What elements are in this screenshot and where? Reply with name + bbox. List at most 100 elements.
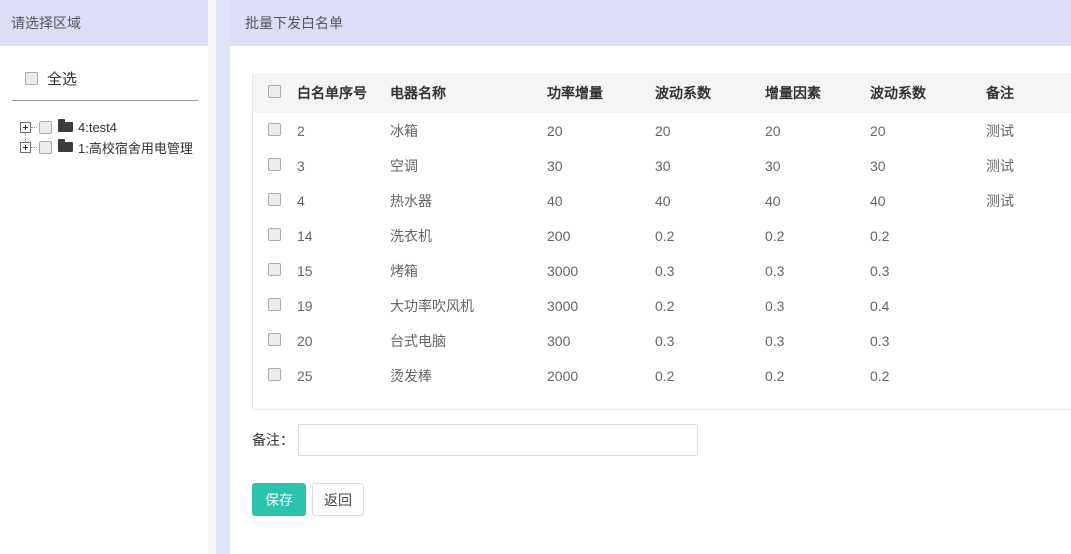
sidebar-title: 请选择区域 [0, 0, 208, 46]
table-cell: 3000 [547, 253, 655, 288]
column-header-1: 电器名称 [390, 73, 547, 113]
table-cell: 20 [870, 113, 986, 148]
table-cell [986, 288, 1071, 323]
region-sidebar: 请选择区域 全选 4:test4 1:高校宿舍用电管理 [0, 0, 208, 554]
table-cell: 0.3 [870, 323, 986, 358]
table-cell: 30 [655, 148, 765, 183]
tree-node-checkbox[interactable] [39, 141, 52, 154]
table-cell: 烤箱 [390, 253, 547, 288]
row-checkbox[interactable] [268, 158, 281, 171]
table-cell: 40 [547, 183, 655, 218]
table-cell: 测试 [986, 148, 1071, 183]
select-all-rows-checkbox[interactable] [268, 85, 281, 98]
table-row: 2冰箱20202020测试 [253, 113, 1071, 148]
folder-icon [58, 142, 73, 152]
table-cell: 烫发棒 [390, 358, 547, 393]
column-header-4: 增量因素 [765, 73, 870, 113]
row-checkbox[interactable] [268, 368, 281, 381]
tree-expand-icon[interactable] [20, 142, 31, 153]
row-checkbox[interactable] [268, 228, 281, 241]
table-cell [986, 358, 1071, 393]
back-button[interactable]: 返回 [312, 483, 364, 516]
table-row: 14洗衣机2000.20.20.2 [253, 218, 1071, 253]
table-cell: 30 [765, 148, 870, 183]
table-cell: 15 [297, 253, 390, 288]
table-row: 3空调30303030测试 [253, 148, 1071, 183]
tree-item-1: 1:高校宿舍用电管理 [0, 137, 208, 157]
table-cell: 0.3 [655, 253, 765, 288]
table-cell: 20 [297, 323, 390, 358]
panel-gap [208, 0, 216, 554]
remark-label: 备注： [252, 430, 294, 450]
table-cell: 0.2 [655, 358, 765, 393]
table-cell: 2 [297, 113, 390, 148]
column-header-5: 波动系数 [870, 73, 986, 113]
row-checkbox[interactable] [268, 263, 281, 276]
table-cell: 冰箱 [390, 113, 547, 148]
tree-dotted-connector [31, 147, 37, 148]
table-cell: 0.2 [765, 218, 870, 253]
column-header-2: 功率增量 [547, 73, 655, 113]
table-cell: 40 [870, 183, 986, 218]
save-button[interactable]: 保存 [252, 483, 306, 516]
folder-icon [58, 122, 73, 132]
table-row: 19大功率吹风机30000.20.30.4 [253, 288, 1071, 323]
tree-item-0: 4:test4 [0, 117, 208, 137]
table-cell: 0.2 [870, 218, 986, 253]
table-cell: 25 [297, 358, 390, 393]
table-cell: 0.2 [655, 218, 765, 253]
table-cell: 3 [297, 148, 390, 183]
row-checkbox[interactable] [268, 193, 281, 206]
column-header-6: 备注 [986, 73, 1071, 113]
tree-expand-icon[interactable] [20, 122, 31, 133]
table-cell: 台式电脑 [390, 323, 547, 358]
table-cell: 测试 [986, 113, 1071, 148]
table-cell: 0.2 [870, 358, 986, 393]
table-cell: 19 [297, 288, 390, 323]
row-checkbox[interactable] [268, 123, 281, 136]
tree-node-checkbox[interactable] [39, 121, 52, 134]
table-cell: 0.2 [765, 358, 870, 393]
table-cell: 洗衣机 [390, 218, 547, 253]
table-cell: 2000 [547, 358, 655, 393]
table-cell [986, 253, 1071, 288]
select-all-label[interactable]: 全选 [47, 68, 77, 89]
table-cell: 30 [870, 148, 986, 183]
table-cell: 0.2 [655, 288, 765, 323]
row-checkbox[interactable] [268, 298, 281, 311]
table-cell: 14 [297, 218, 390, 253]
table-cell: 200 [547, 218, 655, 253]
table-row: 25烫发棒20000.20.20.2 [253, 358, 1071, 393]
panel-gap-accent [216, 0, 230, 554]
table-cell: 40 [765, 183, 870, 218]
remark-input[interactable] [298, 424, 698, 456]
table-cell [986, 218, 1071, 253]
column-header-0: 白名单序号 [297, 73, 390, 113]
table-cell: 20 [655, 113, 765, 148]
table-cell: 热水器 [390, 183, 547, 218]
table-cell: 4 [297, 183, 390, 218]
table-cell: 20 [765, 113, 870, 148]
table-cell: 0.3 [765, 253, 870, 288]
table-header-row: 白名单序号电器名称功率增量波动系数增量因素波动系数备注 [253, 73, 1071, 113]
table-cell: 0.3 [870, 253, 986, 288]
table-cell: 0.3 [655, 323, 765, 358]
table-cell [986, 323, 1071, 358]
table-cell: 0.4 [870, 288, 986, 323]
tree-dotted-connector [31, 127, 37, 128]
row-checkbox[interactable] [268, 333, 281, 346]
table-row: 20台式电脑3000.30.30.3 [253, 323, 1071, 358]
table-cell: 大功率吹风机 [390, 288, 547, 323]
select-all-checkbox[interactable] [25, 72, 38, 85]
remark-row: 备注： [252, 424, 1071, 456]
table-cell: 空调 [390, 148, 547, 183]
table-cell: 300 [547, 323, 655, 358]
table-cell: 0.3 [765, 323, 870, 358]
tree-node-label[interactable]: 1:高校宿舍用电管理 [78, 138, 193, 157]
table-cell: 测试 [986, 183, 1071, 218]
select-all-row: 全选 [25, 68, 208, 89]
table-row: 4热水器40404040测试 [253, 183, 1071, 218]
table-cell: 40 [655, 183, 765, 218]
whitelist-table-wrap: 白名单序号电器名称功率增量波动系数增量因素波动系数备注 2冰箱20202020测… [252, 73, 1071, 410]
tree-node-label[interactable]: 4:test4 [78, 120, 117, 135]
